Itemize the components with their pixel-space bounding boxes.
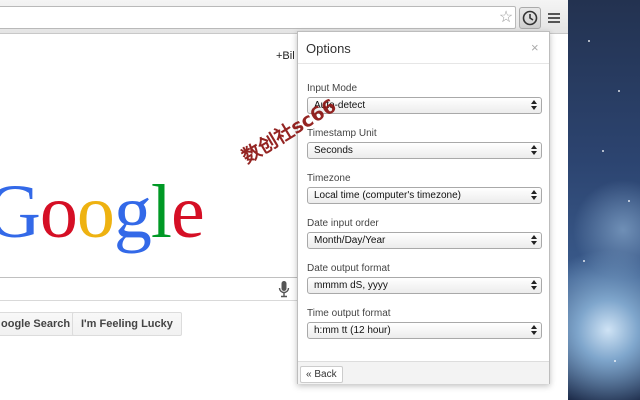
timestamp-unit-value: Seconds bbox=[314, 145, 353, 156]
google-plus-link[interactable]: +Bil bbox=[276, 50, 295, 62]
input-mode-label: Input Mode bbox=[307, 83, 358, 94]
hamburger-menu-icon[interactable] bbox=[545, 9, 563, 27]
google-search-input[interactable] bbox=[0, 277, 298, 301]
select-arrows-icon bbox=[531, 280, 537, 291]
microphone-icon[interactable] bbox=[278, 280, 290, 298]
select-arrows-icon bbox=[531, 145, 537, 156]
date-input-order-select[interactable]: Month/Day/Year bbox=[307, 232, 542, 249]
back-button[interactable]: « Back bbox=[300, 366, 343, 383]
divider bbox=[298, 63, 549, 64]
timestamp-unit-label: Timestamp Unit bbox=[307, 128, 377, 139]
select-arrows-icon bbox=[531, 235, 537, 246]
date-output-format-select[interactable]: mmmm dS, yyyy bbox=[307, 277, 542, 294]
desktop-background bbox=[568, 0, 640, 400]
close-icon[interactable]: × bbox=[531, 40, 539, 55]
popup-footer: « Back bbox=[298, 361, 549, 384]
date-input-order-value: Month/Day/Year bbox=[314, 235, 386, 246]
star-icon[interactable]: ☆ bbox=[497, 9, 515, 27]
google-search-button[interactable]: oogle Search bbox=[0, 312, 80, 336]
options-popup: Options × Input Mode Auto-detect Timesta… bbox=[297, 31, 550, 384]
google-logo: Google bbox=[0, 170, 205, 254]
time-output-format-value: h:mm tt (12 hour) bbox=[314, 325, 391, 336]
popup-title: Options bbox=[306, 41, 351, 56]
timezone-value: Local time (computer's timezone) bbox=[314, 190, 461, 201]
time-output-format-select[interactable]: h:mm tt (12 hour) bbox=[307, 322, 542, 339]
input-mode-select[interactable]: Auto-detect bbox=[307, 97, 542, 114]
select-arrows-icon bbox=[531, 100, 537, 111]
timezone-label: Timezone bbox=[307, 173, 351, 184]
select-arrows-icon bbox=[531, 190, 537, 201]
timezone-select[interactable]: Local time (computer's timezone) bbox=[307, 187, 542, 204]
address-bar[interactable] bbox=[0, 6, 516, 29]
date-output-format-value: mmmm dS, yyyy bbox=[314, 280, 388, 291]
select-arrows-icon bbox=[531, 325, 537, 336]
date-output-format-label: Date output format bbox=[307, 263, 390, 274]
timestamp-unit-select[interactable]: Seconds bbox=[307, 142, 542, 159]
feeling-lucky-button[interactable]: I'm Feeling Lucky bbox=[72, 312, 182, 336]
clock-icon[interactable] bbox=[519, 7, 541, 29]
time-output-format-label: Time output format bbox=[307, 308, 391, 319]
browser-toolbar: ☆ bbox=[0, 0, 568, 34]
date-input-order-label: Date input order bbox=[307, 218, 379, 229]
